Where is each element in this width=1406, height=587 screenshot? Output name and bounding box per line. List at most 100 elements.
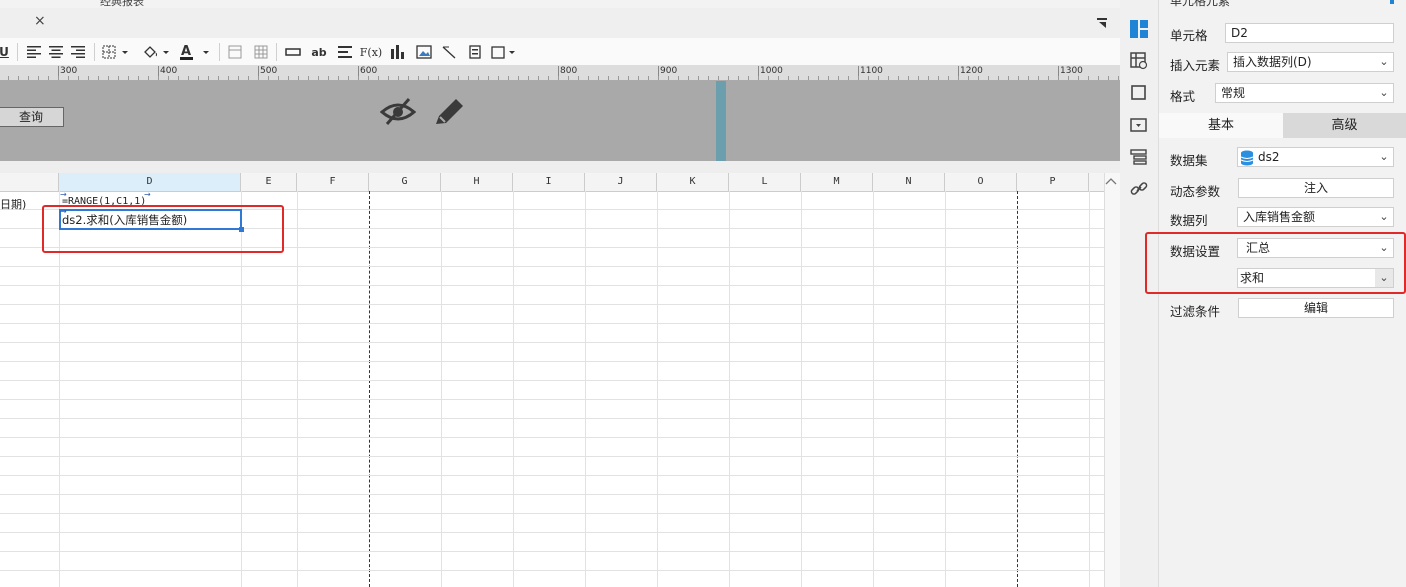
- frame-dropdown-icon[interactable]: [490, 42, 520, 62]
- grid-column-line: [729, 191, 730, 587]
- grid-column-line: [441, 191, 442, 587]
- ruler-minor-tick: [648, 76, 649, 80]
- align-left-icon[interactable]: [25, 42, 43, 62]
- ruler-label: 1200: [960, 66, 983, 76]
- insert-label-icon[interactable]: ab: [309, 42, 329, 62]
- conditional-attribute-icon[interactable]: [1130, 148, 1148, 166]
- column-header-g[interactable]: G: [369, 173, 441, 191]
- chevron-down-icon: ⌄: [1379, 210, 1389, 223]
- grid-row-line: [0, 437, 1104, 438]
- ruler-label: 400: [160, 66, 178, 76]
- tab-basic[interactable]: 基本: [1159, 113, 1283, 138]
- query-button[interactable]: 查询: [0, 107, 64, 127]
- ruler-minor-tick: [148, 76, 149, 80]
- border-dropdown-icon[interactable]: [100, 42, 132, 62]
- image-icon[interactable]: [413, 42, 435, 62]
- page-break-line: [1017, 191, 1018, 587]
- page-break-line: [369, 191, 370, 587]
- slash-icon[interactable]: [439, 42, 459, 62]
- ruler-minor-tick: [828, 76, 829, 80]
- tab-bar: [0, 8, 1120, 39]
- column-header-m[interactable]: M: [801, 173, 873, 191]
- ruler-minor-tick: [88, 76, 89, 80]
- ruler-minor-tick: [708, 76, 709, 80]
- rich-text-icon[interactable]: [335, 42, 355, 62]
- float-element-icon[interactable]: [1130, 84, 1148, 102]
- grid-row-line: [0, 475, 1104, 476]
- dataset-select[interactable]: ds2 ⌄: [1237, 147, 1394, 167]
- ruler-minor-tick: [398, 76, 399, 80]
- ruler-minor-tick: [38, 76, 39, 80]
- ruler-minor-tick: [928, 76, 929, 80]
- column-header-l[interactable]: L: [729, 173, 801, 191]
- ruler-minor-tick: [328, 76, 329, 80]
- ruler-minor-tick: [888, 76, 889, 80]
- align-right-icon[interactable]: [69, 42, 87, 62]
- vertical-scrollbar[interactable]: [1104, 173, 1121, 587]
- split-cells-icon[interactable]: [252, 42, 270, 62]
- column-header-j[interactable]: J: [585, 173, 657, 191]
- edit-pencil-icon[interactable]: [432, 96, 466, 131]
- formula-icon[interactable]: F(x): [360, 42, 382, 62]
- column-header-o[interactable]: O: [945, 173, 1017, 191]
- column-header-k[interactable]: K: [657, 173, 729, 191]
- ruler-minor-tick: [288, 76, 289, 80]
- column-header-i[interactable]: I: [513, 173, 585, 191]
- ruler-minor-tick: [1018, 76, 1019, 80]
- hide-eye-icon[interactable]: [379, 96, 417, 129]
- ruler-minor-tick: [558, 76, 559, 80]
- ruler-minor-tick: [158, 76, 159, 80]
- hyperlink-icon[interactable]: [1130, 180, 1148, 198]
- format-select[interactable]: 常规 ⌄: [1215, 83, 1394, 103]
- align-center-icon[interactable]: [47, 42, 65, 62]
- ruler-minor-tick: [408, 76, 409, 80]
- column-header-d[interactable]: D: [59, 173, 241, 191]
- filter-edit-button[interactable]: 编辑: [1238, 298, 1394, 318]
- collapse-toggle-icon[interactable]: [1097, 17, 1109, 31]
- column-header-h[interactable]: H: [441, 173, 513, 191]
- data-column-select[interactable]: 入库销售金额 ⌄: [1237, 207, 1394, 227]
- chart-icon[interactable]: [387, 42, 407, 62]
- cell-attribute-icon[interactable]: [1130, 52, 1148, 70]
- subreport-icon[interactable]: [465, 42, 485, 62]
- tab-close-icon[interactable]: ×: [34, 13, 46, 29]
- ruler-minor-tick: [718, 76, 719, 80]
- data-column-label: 数据列: [1170, 213, 1208, 228]
- ruler-minor-tick: [798, 76, 799, 80]
- font-color-icon[interactable]: A: [178, 42, 212, 62]
- panel-pin-icon[interactable]: [1390, 0, 1394, 4]
- merge-cells-icon[interactable]: [226, 42, 244, 62]
- column-header-n[interactable]: N: [873, 173, 945, 191]
- ruler-minor-tick: [438, 76, 439, 80]
- ruler-minor-tick: [458, 76, 459, 80]
- ruler-minor-tick: [878, 76, 879, 80]
- cell-element-icon[interactable]: [1130, 20, 1148, 38]
- column-header-c[interactable]: [0, 173, 59, 191]
- chevron-down-icon: ⌄: [1379, 55, 1389, 68]
- ruler-label: 300: [60, 66, 78, 76]
- tab-advanced[interactable]: 高级: [1283, 113, 1406, 138]
- ruler-label: 500: [260, 66, 278, 76]
- ruler-minor-tick: [738, 76, 739, 80]
- column-header-f[interactable]: F: [297, 173, 369, 191]
- underline-icon[interactable]: U: [0, 42, 9, 62]
- ruler-minor-tick: [248, 76, 249, 80]
- ruler-minor-tick: [1118, 76, 1119, 80]
- ruler-label: 600: [360, 66, 378, 76]
- fill-color-icon[interactable]: [140, 42, 172, 62]
- insert-element-select[interactable]: 插入数据列(D) ⌄: [1227, 52, 1394, 72]
- column-header-e[interactable]: E: [241, 173, 297, 191]
- grid-row-line: [0, 532, 1104, 533]
- filter-label: 过滤条件: [1170, 304, 1221, 319]
- insert-text-icon[interactable]: [283, 42, 303, 62]
- scroll-up-arrow-icon[interactable]: [1105, 175, 1117, 188]
- dataset-label: 数据集: [1170, 153, 1208, 168]
- insert-element-label: 插入元素: [1170, 58, 1221, 73]
- column-header-p[interactable]: P: [1017, 173, 1089, 191]
- ruler-minor-tick: [58, 76, 59, 80]
- widget-settings-icon[interactable]: [1130, 116, 1148, 134]
- inject-button[interactable]: 注入: [1238, 178, 1394, 198]
- cell-input[interactable]: D2: [1225, 23, 1394, 43]
- panel-splitter[interactable]: [716, 81, 726, 161]
- ruler-minor-tick: [358, 76, 359, 80]
